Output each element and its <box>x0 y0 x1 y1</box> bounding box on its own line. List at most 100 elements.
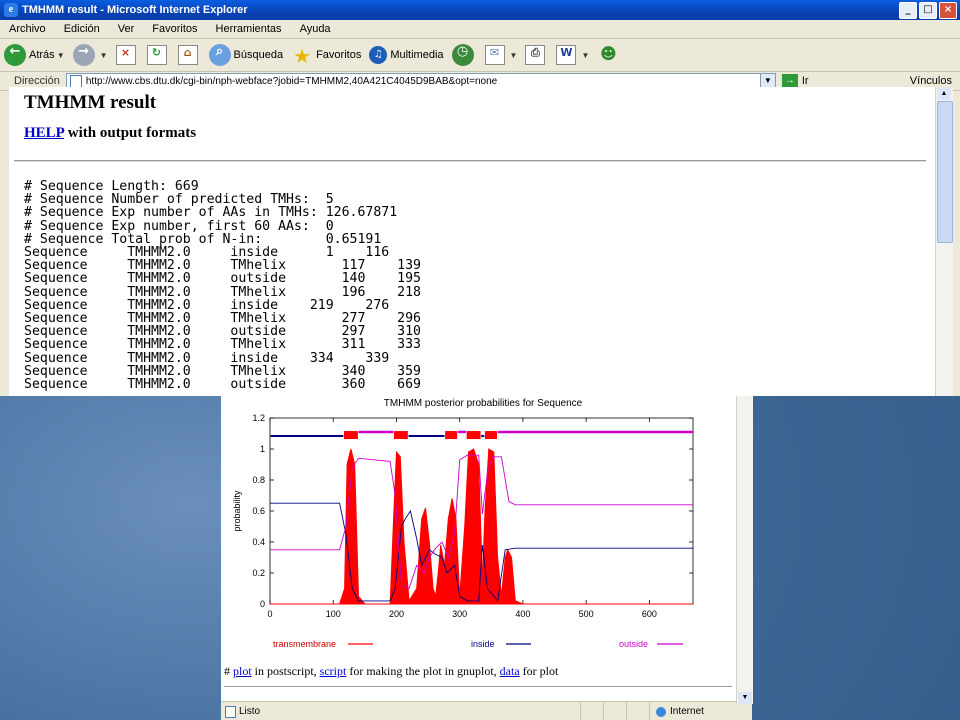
favorites-label: Favoritos <box>316 49 362 61</box>
search-button[interactable]: ⌕ Búsqueda <box>208 44 284 66</box>
y-tick-label: 0.8 <box>252 475 265 485</box>
scroll-thumb[interactable] <box>937 101 953 243</box>
menu-archivo[interactable]: Archivo <box>0 23 55 35</box>
script-link[interactable]: script <box>320 664 347 678</box>
plot-link[interactable]: plot <box>233 664 252 678</box>
page-title: TMHMM result <box>24 92 157 113</box>
x-tick-label: 300 <box>452 609 467 619</box>
y-tick-label: 1 <box>260 444 265 454</box>
messenger-button[interactable]: ☻ <box>597 44 622 66</box>
chevron-down-icon[interactable]: ▼ <box>759 74 775 88</box>
scroll-up-icon[interactable]: ▲ <box>937 87 951 100</box>
y-axis-label: probability <box>232 490 242 532</box>
ie-logo-icon: e <box>4 3 18 17</box>
menu-edicion[interactable]: Edición <box>55 23 109 35</box>
legend-transmembrane-label: transmembrane <box>273 639 336 649</box>
status-text: Listo <box>239 706 261 717</box>
menu-ayuda[interactable]: Ayuda <box>291 23 340 35</box>
topology-tmhelix <box>484 431 497 440</box>
search-icon: ⌕ <box>208 44 231 66</box>
x-tick-label: 100 <box>326 609 341 619</box>
chevron-down-icon[interactable]: ▼ <box>581 51 589 60</box>
home-button[interactable]: ⌂ <box>177 45 201 65</box>
x-tick-label: 200 <box>389 609 404 619</box>
help-link[interactable]: HELP <box>24 125 64 141</box>
favorites-button[interactable]: ★ Favoritos <box>291 44 362 68</box>
address-label: Dirección <box>14 75 60 87</box>
links-text-1: in postscript, <box>251 664 320 678</box>
page-icon <box>225 705 236 718</box>
multimedia-label: Multimedia <box>390 49 444 61</box>
chevron-down-icon[interactable]: ▼ <box>510 51 518 60</box>
menu-herramientas[interactable]: Herramientas <box>207 23 291 35</box>
chevron-down-icon[interactable]: ▼ <box>100 51 108 60</box>
output-line: Sequence TMHMM2.0 outside 360 669 <box>24 377 421 393</box>
topology-tmhelix <box>466 431 481 440</box>
status-cell <box>580 702 603 720</box>
window-title: TMHMM result - Microsoft Internet Explor… <box>22 4 248 16</box>
plot-title: TMHMM posterior probabilities for Sequen… <box>384 398 583 409</box>
horizontal-rule <box>224 686 732 687</box>
back-label: Atrás <box>29 49 55 61</box>
history-button[interactable]: ◷ <box>451 44 477 66</box>
back-button[interactable]: ← Atrás ▼ <box>4 44 65 66</box>
multimedia-button[interactable]: ♫ Multimedia <box>369 46 444 64</box>
title-bar: e TMHMM result - Microsoft Internet Expl… <box>0 0 960 20</box>
word-icon: W <box>556 45 577 65</box>
status-cell <box>626 702 649 720</box>
topology-tmhelix <box>393 431 408 440</box>
links-hash: # <box>224 664 233 678</box>
zone-indicator: Internet <box>649 702 752 720</box>
stop-button[interactable]: × <box>115 45 139 65</box>
close-button[interactable]: × <box>939 2 957 19</box>
mail-icon: ✉ <box>484 45 505 65</box>
menu-ver[interactable]: Ver <box>109 23 144 35</box>
help-text: with output formats <box>64 125 197 141</box>
y-tick-label: 0.2 <box>252 568 265 578</box>
forward-arrow-icon: → <box>72 44 95 66</box>
go-label: Ir <box>801 75 809 87</box>
tmhmm-output: # Sequence Length: 669 # Sequence Number… <box>24 180 421 391</box>
topology-tmhelix <box>445 431 458 440</box>
y-tick-label: 0 <box>260 599 265 609</box>
topology-tmhelix <box>343 431 358 440</box>
x-tick-label: 600 <box>642 609 657 619</box>
print-button[interactable]: ⎙ <box>525 45 548 65</box>
chevron-down-icon[interactable]: ▼ <box>57 51 65 60</box>
mail-button[interactable]: ✉ ▼ <box>484 45 518 65</box>
plot-panel: TMHMM posterior probabilities for Sequen… <box>221 396 752 720</box>
messenger-icon: ☻ <box>600 44 617 63</box>
legend-outside-label: outside <box>619 639 648 649</box>
refresh-button[interactable]: ↻ <box>146 45 170 65</box>
menu-bar: Archivo Edición Ver Favoritos Herramient… <box>0 20 960 39</box>
minimize-button[interactable]: _ <box>899 2 917 19</box>
y-tick-label: 1.2 <box>252 413 265 423</box>
zone-label: Internet <box>670 706 704 717</box>
links-button[interactable]: Vínculos <box>910 75 960 87</box>
series-transmembrane-area <box>270 448 693 605</box>
multimedia-icon: ♫ <box>369 46 388 64</box>
scroll-down-icon[interactable]: ▼ <box>738 692 752 704</box>
go-button[interactable]: → Ir <box>781 74 809 88</box>
menu-favoritos[interactable]: Favoritos <box>143 23 206 35</box>
x-tick-label: 500 <box>579 609 594 619</box>
search-label: Búsqueda <box>233 49 284 61</box>
maximize-button[interactable]: □ <box>919 2 937 19</box>
globe-icon <box>656 706 666 717</box>
data-link[interactable]: data <box>500 664 520 678</box>
y-tick-label: 0.4 <box>252 537 265 547</box>
toolbar: ← Atrás ▼ → ▼ × ↻ ⌂ ⌕ Búsqueda ★ Favorit… <box>0 39 960 72</box>
page-content: TMHMM result HELP with output formats # … <box>9 87 935 396</box>
print-icon: ⎙ <box>525 45 546 65</box>
vertical-scrollbar[interactable]: ▲ <box>935 87 953 396</box>
help-line: HELP with output formats <box>24 125 196 142</box>
history-icon: ◷ <box>451 44 474 66</box>
address-url: http://www.cbs.dtu.dk/cgi-bin/nph-webfac… <box>85 75 498 87</box>
links-text-2: for making the plot in gnuplot, <box>346 664 500 678</box>
edit-button[interactable]: W ▼ <box>556 45 589 65</box>
plot-scrollbar[interactable]: ▼ <box>736 396 753 704</box>
status-cell <box>603 702 626 720</box>
forward-button[interactable]: → ▼ <box>72 44 108 66</box>
status-bar: Listo Internet <box>221 701 752 720</box>
page-icon <box>69 74 82 88</box>
